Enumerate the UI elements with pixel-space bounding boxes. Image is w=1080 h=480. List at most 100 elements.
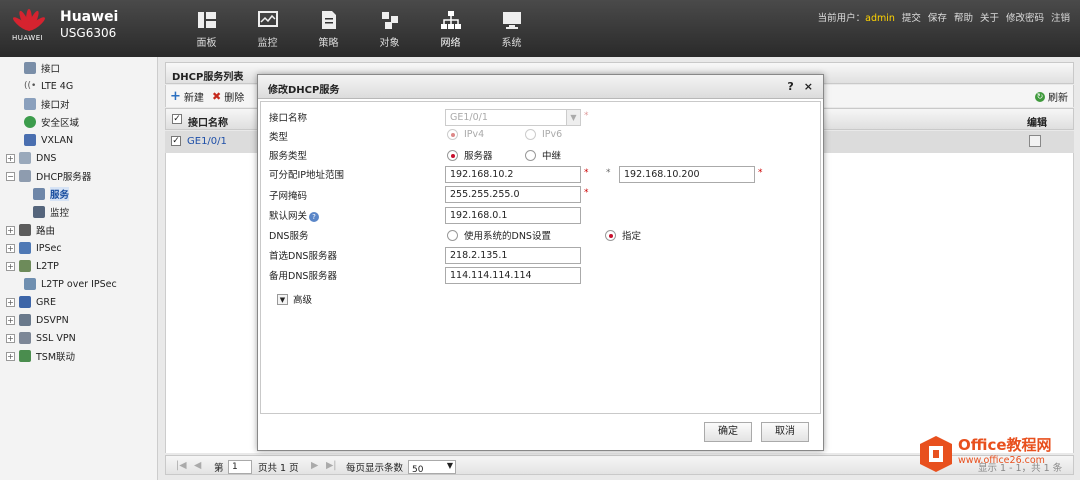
sidebar-item-interface-pair[interactable]: 接口对	[24, 95, 70, 113]
radio-dot	[447, 149, 458, 161]
label-interface: 接口名称	[269, 113, 308, 124]
top-bar: HUAWEI Huawei USG6306 面板 监控 策略 对象 网络 系统 …	[0, 0, 1080, 57]
radio-ipv4: IPv4	[447, 129, 484, 140]
nav-system[interactable]: 系统	[481, 10, 542, 49]
ip-range-start-input[interactable]: 192.168.10.2	[445, 166, 581, 183]
brand-name: Huawei	[60, 9, 119, 25]
shield-icon	[19, 350, 31, 362]
expand-icon[interactable]: +	[6, 351, 15, 361]
sidebar-item-gre[interactable]: + GRE	[6, 293, 56, 311]
sidebar-item-lte[interactable]: ((• LTE 4G	[24, 77, 73, 95]
expand-icon[interactable]: +	[6, 153, 15, 163]
expand-icon[interactable]: +	[6, 261, 15, 271]
expand-icon[interactable]: +	[6, 225, 15, 235]
label-type: 类型	[269, 132, 289, 143]
advanced-toggle[interactable]: ▼ 高级	[277, 292, 312, 306]
logout-link[interactable]: 注销	[1051, 10, 1070, 24]
change-password-link[interactable]: 修改密码	[1006, 10, 1044, 24]
label-gateway: 默认网关?	[269, 208, 320, 222]
about-link[interactable]: 关于	[980, 10, 999, 24]
help-link[interactable]: 帮助	[954, 10, 973, 24]
dhcp-icon	[19, 170, 31, 182]
refresh-button[interactable]: ↻ 刷新	[1035, 89, 1068, 104]
per-page-select[interactable]: 50 ▼	[408, 460, 456, 475]
object-icon	[381, 12, 398, 29]
label-ip-range: 可分配IP地址范围	[269, 170, 345, 181]
sidebar-item-route[interactable]: + 路由	[6, 221, 55, 239]
current-user: 当前用户：admin	[817, 13, 895, 24]
nav-network[interactable]: 网络	[420, 10, 481, 49]
ipsec-icon	[19, 242, 31, 254]
sidebar-item-dhcp-service[interactable]: 服务	[33, 185, 70, 203]
nav-policy[interactable]: 策略	[298, 10, 359, 49]
primary-dns-input[interactable]: 218.2.135.1	[445, 247, 581, 264]
dsvpn-icon	[19, 314, 31, 326]
network-icon	[440, 11, 461, 29]
radio-server[interactable]: 服务器	[447, 148, 493, 162]
interface-link[interactable]: GE1/0/1	[187, 136, 227, 147]
sidebar-item-l2tp[interactable]: + L2TP	[6, 257, 59, 275]
radio-dot	[525, 129, 536, 140]
username: admin	[865, 13, 895, 24]
nav-monitor[interactable]: 监控	[237, 10, 298, 49]
interface-select: GE1/0/1 ▼	[445, 109, 581, 126]
nav-label: 面板	[196, 38, 217, 49]
radio-relay[interactable]: 中继	[525, 148, 561, 162]
sidebar-item-interface[interactable]: 接口	[24, 59, 60, 77]
sidebar-item-l2tp-over-ipsec[interactable]: L2TP over IPSec	[24, 275, 117, 293]
sidebar-item-ssl-vpn[interactable]: + SSL VPN	[6, 329, 76, 347]
sidebar-item-dsvpn[interactable]: + DSVPN	[6, 311, 69, 329]
select-all-checkbox[interactable]: ✓	[172, 114, 182, 124]
gateway-input[interactable]: 192.168.0.1	[445, 207, 581, 224]
subnet-mask-input[interactable]: 255.255.255.0	[445, 186, 581, 203]
edit-dhcp-dialog: 修改DHCP服务 ? × 接口名称 GE1/0/1 ▼ * 类型 IPv4 IP…	[257, 74, 824, 451]
radio-dot	[447, 229, 458, 241]
expand-icon[interactable]: +	[6, 243, 15, 253]
watermark-url: www.office26.com	[958, 455, 1045, 466]
submit-link[interactable]: 提交	[902, 10, 921, 24]
required-mark: *	[584, 168, 589, 178]
column-header-interface[interactable]: 接口名称	[188, 114, 228, 129]
next-page-icon[interactable]: ▶	[311, 460, 318, 471]
radio-dns-system[interactable]: 使用系统的DNS设置	[447, 228, 551, 242]
sidebar-item-dhcp-server[interactable]: − DHCP服务器	[6, 167, 91, 185]
sidebar-item-vxlan[interactable]: VXLAN	[24, 131, 73, 149]
watermark: Office教程网 www.office26.com	[914, 428, 1080, 480]
sidebar-item-security-zone[interactable]: 安全区域	[24, 113, 79, 131]
vxlan-icon	[24, 134, 36, 146]
sidebar-item-tsm[interactable]: + TSM联动	[6, 347, 75, 365]
ip-range-end-input[interactable]: 192.168.10.200	[619, 166, 755, 183]
help-icon[interactable]: ?	[309, 212, 320, 222]
sidebar-item-dhcp-monitor[interactable]: 监控	[33, 203, 69, 221]
radio-dns-specify[interactable]: 指定	[605, 228, 641, 242]
ok-button[interactable]: 确定	[704, 422, 752, 442]
first-page-icon[interactable]: |◀	[176, 460, 187, 471]
sidebar-item-dns[interactable]: + DNS	[6, 149, 56, 167]
column-header-edit: 编辑	[1027, 118, 1047, 129]
new-button[interactable]: + 新建	[170, 89, 204, 105]
secondary-dns-input[interactable]: 114.114.114.114	[445, 267, 581, 284]
sidebar-item-ipsec[interactable]: + IPSec	[6, 239, 62, 257]
label-primary-dns: 首选DNS服务器	[269, 251, 337, 262]
l2tp-icon	[19, 260, 31, 272]
nav-dashboard[interactable]: 面板	[176, 10, 237, 49]
nav-label: 网络	[440, 38, 461, 49]
expand-icon[interactable]: +	[6, 315, 15, 325]
row-checkbox[interactable]: ✓	[171, 136, 181, 146]
last-page-icon[interactable]: ▶|	[326, 460, 337, 471]
collapse-icon[interactable]: −	[6, 171, 15, 181]
close-icon[interactable]: ×	[804, 80, 813, 93]
globe-icon	[24, 116, 36, 128]
delete-button[interactable]: ✖ 删除	[212, 89, 244, 105]
help-icon[interactable]: ?	[787, 80, 793, 93]
page-input[interactable]: 1	[228, 460, 252, 474]
nav-object[interactable]: 对象	[359, 10, 420, 49]
cancel-button[interactable]: 取消	[761, 422, 809, 442]
edit-icon[interactable]	[1029, 135, 1041, 147]
expand-icon[interactable]: +	[6, 297, 15, 307]
save-link[interactable]: 保存	[928, 10, 947, 24]
expand-icon[interactable]: +	[6, 333, 15, 343]
prev-page-icon[interactable]: ◀	[194, 460, 201, 471]
refresh-icon: ↻	[1035, 91, 1045, 102]
radio-dot	[605, 229, 616, 241]
